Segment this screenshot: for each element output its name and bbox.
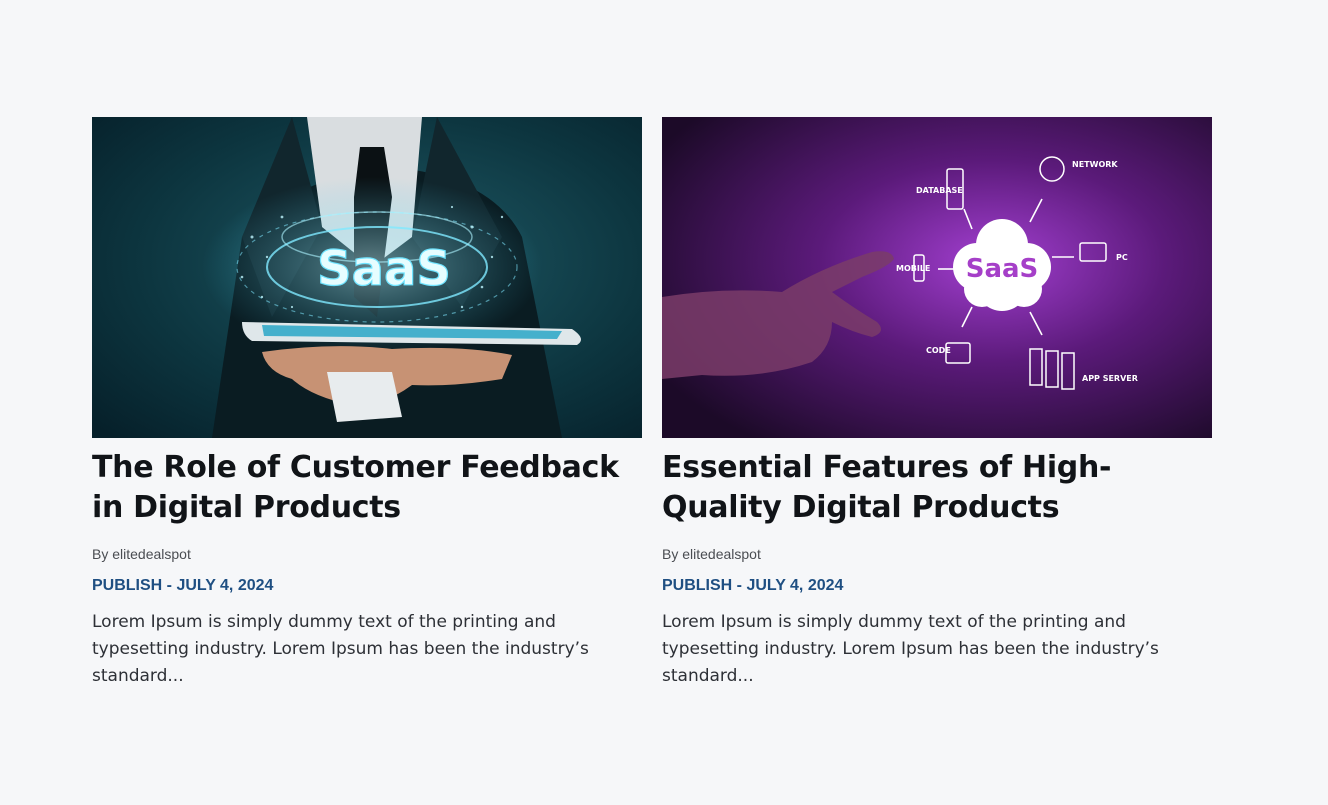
node-pc-label: PC xyxy=(1116,253,1128,262)
post-excerpt: Lorem Ipsum is simply dummy text of the … xyxy=(662,612,1159,686)
post-publish-date: PUBLISH - JULY 4, 2024 xyxy=(92,577,274,594)
post-thumbnail-saas-tablet[interactable]: SaaS xyxy=(92,117,642,438)
post-excerpt: Lorem Ipsum is simply dummy text of the … xyxy=(92,612,589,686)
post-title[interactable]: The Role of Customer Feedback in Digital… xyxy=(92,448,642,528)
post-publish-date: PUBLISH - JULY 4, 2024 xyxy=(662,577,844,594)
node-mobile-label: MOBILE xyxy=(896,264,930,273)
node-network-label: NETWORK xyxy=(1072,160,1118,169)
post-author: By elitedealspot xyxy=(92,546,191,562)
blog-card: SaaS NETWORK DATABASE PC MOBILE CODE APP… xyxy=(662,117,1212,690)
saas-tablet-illustration: SaaS xyxy=(92,117,642,438)
node-app-server-label: APP SERVER xyxy=(1082,374,1138,383)
post-thumbnail-saas-cloud[interactable]: SaaS NETWORK DATABASE PC MOBILE CODE APP… xyxy=(662,117,1212,438)
saas-label: SaaS xyxy=(966,254,1039,284)
post-title[interactable]: Essential Features of High-Quality Digit… xyxy=(662,448,1212,528)
saas-cloud-illustration: SaaS NETWORK DATABASE PC MOBILE CODE APP… xyxy=(662,117,1212,438)
post-author: By elitedealspot xyxy=(662,546,761,562)
node-database-label: DATABASE xyxy=(916,186,963,195)
blog-card: SaaS The Role of Customer Feedback in Di… xyxy=(92,117,642,690)
saas-label: SaaS xyxy=(317,241,451,297)
node-code-label: CODE xyxy=(926,346,951,355)
blog-post-grid: SaaS The Role of Customer Feedback in Di… xyxy=(92,117,1212,690)
